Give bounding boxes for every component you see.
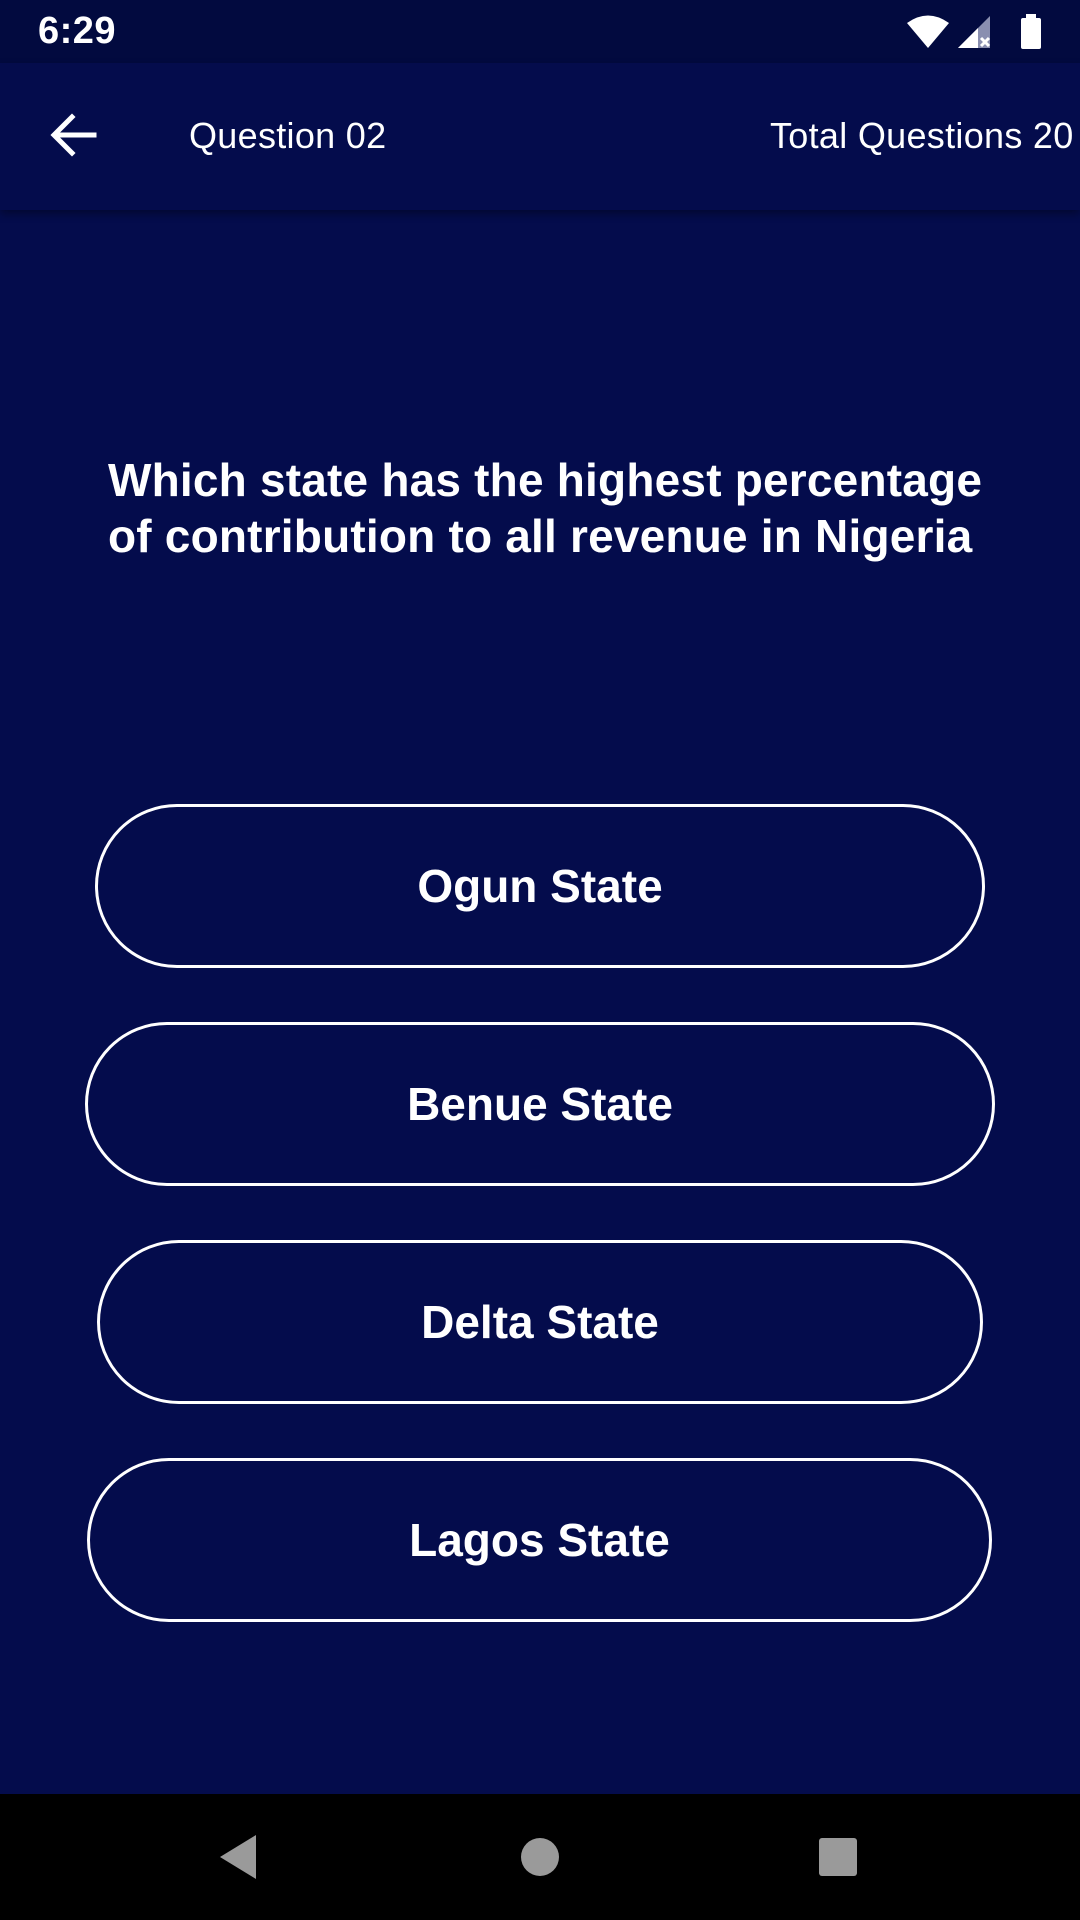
back-button[interactable] [38,99,110,171]
home-circle-icon [521,1838,559,1876]
nav-home-button[interactable] [507,1824,573,1890]
option-button-lagos[interactable]: Lagos State [87,1458,992,1622]
status-bar: 6:29 [0,0,1080,63]
recents-square-icon [819,1838,857,1876]
system-nav-bar [0,1794,1080,1920]
battery-icon [1021,14,1041,49]
option-button-delta[interactable]: Delta State [97,1240,983,1404]
app-bar: Question 02 Total Questions 20 [0,63,1080,210]
question-number: Question 02 [189,115,387,156]
total-questions: Total Questions 20 [770,115,1074,156]
status-time: 6:29 [38,10,117,52]
option-button-benue[interactable]: Benue State [85,1022,995,1186]
arrow-left-icon [50,113,97,157]
cell-signal-icon [958,16,991,48]
nav-back-button[interactable] [205,1824,271,1890]
wifi-icon [907,15,949,48]
question-text: Which state has the highest percentage o… [108,454,983,562]
back-triangle-icon [220,1835,256,1879]
option-button-ogun[interactable]: Ogun State [95,804,985,968]
nav-recents-button[interactable] [805,1824,871,1890]
